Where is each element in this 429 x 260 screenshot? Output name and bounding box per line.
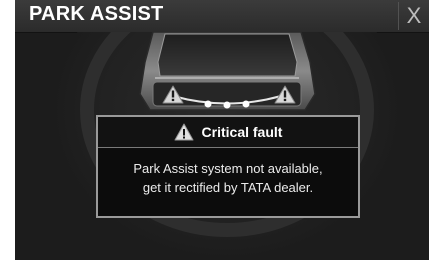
dialog-message-line: get it rectified by TATA dealer. [142, 180, 314, 195]
dialog-title: Critical fault [201, 124, 283, 140]
close-button[interactable]: X [399, 0, 429, 32]
sensor-dot [204, 100, 212, 108]
dialog-message-line: Park Assist system not available, [133, 161, 323, 176]
sensor-dot [242, 100, 250, 108]
critical-fault-dialog: Critical fault Park Assist system not av… [96, 115, 360, 218]
dialog-header: Critical fault [98, 117, 358, 148]
warning-triangle-icon [174, 123, 194, 141]
header-bar: PARK ASSIST X [15, 0, 429, 33]
dialog-message: Park Assist system not available, get it… [98, 148, 358, 197]
sensor-dot [223, 101, 231, 109]
page-title: PARK ASSIST [29, 3, 164, 25]
park-assist-screen: PARK ASSIST X Critical fault Park Assist… [15, 0, 429, 260]
